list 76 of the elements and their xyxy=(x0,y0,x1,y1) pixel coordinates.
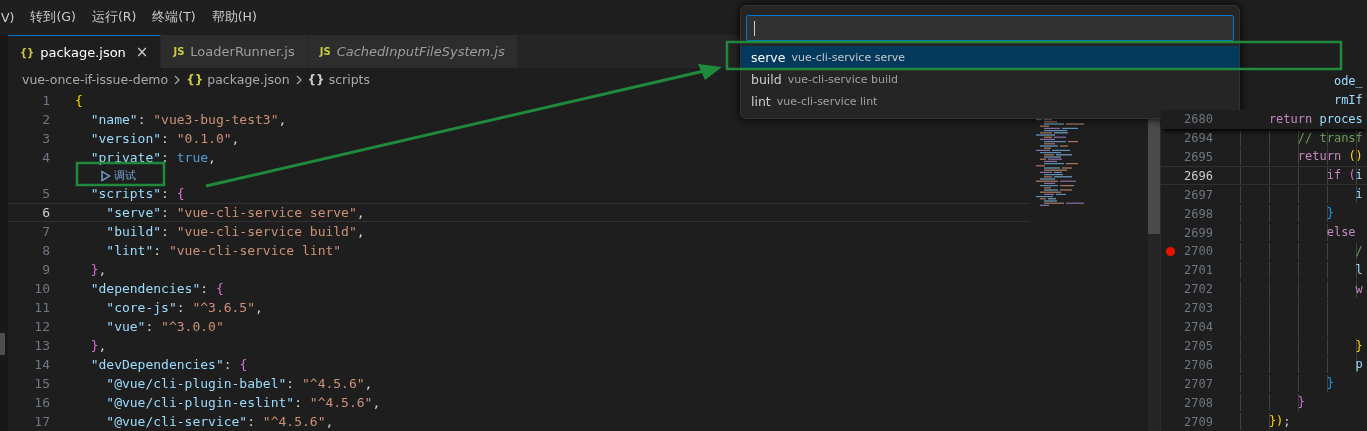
close-button[interactable]: × xyxy=(135,43,149,61)
play-icon xyxy=(100,169,111,182)
quick-pick-item[interactable]: serve vue-cli-service serve xyxy=(741,46,1239,68)
line-number: 2699 xyxy=(1183,225,1213,240)
scrollbar-thumb[interactable] xyxy=(1148,117,1160,234)
menu-item[interactable]: V) xyxy=(0,10,23,25)
line-number: 15 xyxy=(33,376,50,391)
breadcrumb-item[interactable]: {} package.json xyxy=(186,72,290,87)
line-number: 11 xyxy=(33,300,50,315)
code-line: "version": "0.1.0", xyxy=(89,130,240,147)
line-number: 2695 xyxy=(1183,149,1213,164)
line-number: 2704 xyxy=(1183,320,1213,335)
menu-item[interactable]: 运行(R) xyxy=(83,9,145,26)
line-number: 12 xyxy=(33,319,50,334)
code-line: "serve": "vue-cli-service serve", xyxy=(105,204,365,221)
code-line: "scripts": { xyxy=(89,185,185,202)
line-number: 2680 xyxy=(1183,112,1213,127)
breadcrumb-item[interactable]: vue-once-if-issue-demo xyxy=(22,72,169,87)
line-number: 2702 xyxy=(1183,282,1213,297)
code-line: "core-js": "^3.6.5", xyxy=(105,299,263,316)
menu-item[interactable]: 转到(G) xyxy=(22,9,84,26)
quick-pick-item[interactable]: lint vue-cli-service lint xyxy=(741,90,1239,112)
line-number: 2696 xyxy=(1183,168,1213,183)
code-line: "dependencies": { xyxy=(89,280,224,297)
text-cursor xyxy=(754,21,755,36)
code-line: "build": "vue-cli-service build", xyxy=(105,223,365,240)
line-number: 2709 xyxy=(1183,414,1213,429)
line-number: 2707 xyxy=(1183,376,1213,391)
code-line: "vue": "^3.0.0" xyxy=(105,318,224,335)
line-number: 2708 xyxy=(1183,395,1213,410)
line-number: 2700 xyxy=(1183,244,1213,259)
menu-item[interactable]: 终端(T) xyxy=(144,9,204,26)
line-number: 2698 xyxy=(1183,206,1213,221)
command-input[interactable] xyxy=(746,15,1234,41)
line-number: 2705 xyxy=(1183,339,1213,354)
line-number: 17 xyxy=(33,414,50,429)
line-number: 9 xyxy=(41,262,50,277)
code-line: "@vue/cli-plugin-eslint": "^4.5.6", xyxy=(105,394,381,411)
code-line: rmIf xyxy=(1332,91,1363,109)
line-number: 2701 xyxy=(1183,263,1213,278)
code-line: ode_ xyxy=(1332,72,1363,90)
line-number: 2 xyxy=(41,112,50,127)
editor-tab[interactable]: JS CachedInputFileSystem.js xyxy=(307,35,518,68)
line-number: 2697 xyxy=(1183,187,1213,202)
code-line: return proces xyxy=(1267,110,1363,128)
code-line: "@vue/cli-service": "^4.5.6", xyxy=(105,413,334,430)
line-number: 10 xyxy=(33,281,50,296)
code-line: { xyxy=(75,92,83,109)
code-line: }, xyxy=(89,261,107,278)
line-number: 7 xyxy=(41,224,50,239)
line-number: 3 xyxy=(41,131,50,146)
menu-item[interactable]: 帮助(H) xyxy=(203,9,265,26)
line-number: 5 xyxy=(41,186,50,201)
editor-tab[interactable]: {} package.json × xyxy=(8,35,162,68)
line-number: 2703 xyxy=(1183,301,1213,316)
line-number: 1 xyxy=(41,93,50,108)
line-number: 2694 xyxy=(1183,131,1213,146)
code-line: }, xyxy=(89,337,107,354)
scroll-thumb[interactable] xyxy=(0,333,5,355)
breadcrumb-item[interactable]: {} scripts xyxy=(307,72,371,87)
line-number: 6 xyxy=(41,205,50,220)
line-number: 8 xyxy=(41,243,50,258)
code-line: "name": "vue3-bug-test3", xyxy=(89,111,287,128)
code-line: "private": true, xyxy=(89,149,216,166)
line-number: 2706 xyxy=(1183,357,1213,372)
line-number: 16 xyxy=(33,395,50,410)
editor-tab[interactable]: JS LoaderRunner.js xyxy=(161,35,308,68)
run-codelens[interactable]: 调试 xyxy=(100,167,1030,184)
line-number: 14 xyxy=(33,357,50,372)
quick-pick-item[interactable]: build vue-cli-service build xyxy=(741,68,1239,90)
line-number: 4 xyxy=(41,150,50,165)
code-line: "devDependencies": { xyxy=(89,356,248,373)
breakpoint-icon[interactable] xyxy=(1165,246,1175,256)
line-number: 13 xyxy=(33,338,50,353)
code-line: "lint": "vue-cli-service lint" xyxy=(105,242,342,259)
code-line: "@vue/cli-plugin-babel": "^4.5.6", xyxy=(105,375,373,392)
